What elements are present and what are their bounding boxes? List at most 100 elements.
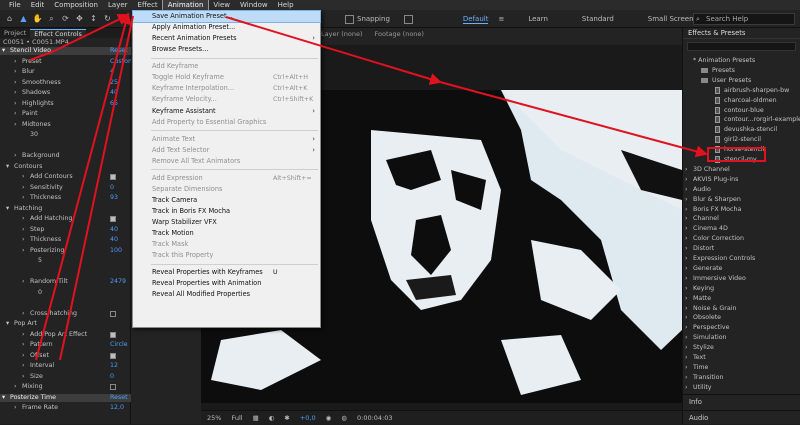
property-value[interactable]: 100 bbox=[110, 247, 122, 255]
disclosure-triangle-icon[interactable]: › bbox=[22, 184, 25, 192]
property-checkbox[interactable] bbox=[110, 310, 116, 317]
effect-category[interactable]: › Simulation bbox=[683, 333, 800, 342]
menu-animation[interactable]: Animation bbox=[161, 0, 210, 11]
disclosure-triangle-icon[interactable]: › bbox=[685, 264, 688, 273]
effect-property-row[interactable] bbox=[0, 299, 131, 307]
disclosure-triangle-icon[interactable]: › bbox=[685, 214, 688, 223]
reset-link[interactable]: Reset bbox=[110, 47, 128, 55]
workspace-standard[interactable]: Standard bbox=[582, 15, 614, 23]
effect-category[interactable]: › Utility bbox=[683, 383, 800, 392]
effect-property-row[interactable] bbox=[0, 142, 131, 150]
disclosure-triangle-icon[interactable]: › bbox=[685, 323, 688, 332]
effect-property-row[interactable]: › Add Contours bbox=[0, 173, 131, 181]
disclosure-triangle-icon[interactable]: › bbox=[685, 343, 688, 352]
menu-item-recent-animation-presets[interactable]: Recent Animation Presets › bbox=[133, 33, 320, 44]
disclosure-triangle-icon[interactable]: › bbox=[685, 333, 688, 342]
menu-item-keyframe-assistant[interactable]: Keyframe Assistant › bbox=[133, 106, 320, 117]
workspace-small-screen[interactable]: Small Screen bbox=[648, 15, 694, 23]
menu-item-save-animation-preset[interactable]: Save Animation Preset... bbox=[132, 9, 321, 24]
effect-header-row[interactable]: ▾ Posterize Time Reset bbox=[0, 393, 131, 402]
disclosure-triangle-icon[interactable]: › bbox=[685, 284, 688, 293]
property-checkbox[interactable] bbox=[110, 331, 116, 338]
menu-window[interactable]: Window bbox=[235, 0, 273, 10]
effect-category[interactable]: › Time bbox=[683, 363, 800, 372]
disclosure-triangle-icon[interactable]: › bbox=[14, 68, 17, 76]
effect-category[interactable]: › Blur & Sharpen bbox=[683, 195, 800, 204]
snap-options-icon[interactable] bbox=[403, 14, 413, 24]
disclosure-triangle-icon[interactable]: › bbox=[685, 274, 688, 283]
property-value[interactable]: 12,0 bbox=[110, 404, 124, 412]
property-checkbox[interactable] bbox=[110, 216, 116, 222]
disclosure-triangle-icon[interactable]: › bbox=[14, 100, 17, 108]
disclosure-triangle-icon[interactable]: › bbox=[685, 254, 688, 263]
effect-property-row[interactable]: ▾ Contours bbox=[0, 163, 131, 171]
selection-tool-icon[interactable]: ▲ bbox=[18, 13, 29, 24]
disclosure-triangle-icon[interactable]: › bbox=[22, 247, 25, 255]
tab-layer[interactable]: Layer (none) bbox=[321, 30, 362, 40]
disclosure-triangle-icon[interactable]: › bbox=[14, 110, 17, 118]
effect-property-row[interactable]: › Midtones bbox=[0, 121, 131, 129]
disclosure-triangle-icon[interactable]: › bbox=[22, 278, 25, 286]
disclosure-triangle-icon[interactable]: › bbox=[22, 194, 25, 202]
effect-property-row[interactable]: › Random Tilt 2479 bbox=[0, 278, 131, 286]
disclosure-triangle-icon[interactable]: › bbox=[22, 373, 25, 381]
disclosure-triangle-icon[interactable]: ▾ bbox=[2, 47, 5, 55]
preset-item[interactable]: devushka-stencil bbox=[683, 125, 800, 134]
property-value[interactable]: 4 bbox=[110, 68, 114, 76]
zoom-tool-icon[interactable]: ⌕ bbox=[46, 13, 57, 24]
menu-composition[interactable]: Composition bbox=[49, 0, 103, 10]
orbit-tool-icon[interactable]: ⟳ bbox=[60, 13, 71, 24]
preset-folder[interactable]: Presets bbox=[683, 66, 800, 75]
audio-panel-header[interactable]: Audio bbox=[683, 410, 800, 424]
disclosure-triangle-icon[interactable]: › bbox=[22, 173, 25, 181]
disclosure-triangle-icon[interactable]: › bbox=[685, 363, 688, 372]
property-checkbox[interactable] bbox=[110, 174, 116, 180]
effect-property-row[interactable]: › Mixing bbox=[0, 383, 131, 391]
exposure-value[interactable]: +0,0 bbox=[300, 414, 316, 422]
disclosure-triangle-icon[interactable]: › bbox=[22, 310, 25, 318]
menu-file[interactable]: File bbox=[4, 0, 26, 10]
effect-category[interactable]: › Channel bbox=[683, 214, 800, 223]
effects-search-input[interactable] bbox=[687, 42, 796, 51]
effect-category[interactable]: › Audio bbox=[683, 185, 800, 194]
effect-property-row[interactable]: › Smoothness 25 bbox=[0, 79, 131, 87]
disclosure-triangle-icon[interactable]: › bbox=[685, 224, 688, 233]
resolution-dropdown[interactable]: Full bbox=[231, 414, 242, 422]
effect-category[interactable]: › Expression Controls bbox=[683, 254, 800, 263]
preset-item[interactable]: charcoal-oldmen bbox=[683, 96, 800, 105]
effect-property-row[interactable]: › Thickness 93 bbox=[0, 194, 131, 202]
property-value[interactable]: 40 bbox=[110, 236, 118, 244]
effect-category[interactable]: › Transition bbox=[683, 373, 800, 382]
effect-category[interactable]: › Distort bbox=[683, 244, 800, 253]
effect-category[interactable]: › Boris FX Mocha bbox=[683, 205, 800, 214]
workspace-learn[interactable]: Learn bbox=[528, 15, 548, 23]
property-value[interactable]: 40 bbox=[110, 226, 118, 234]
menu-item-track-in-boris-fx-mocha[interactable]: Track in Boris FX Mocha bbox=[133, 206, 320, 217]
property-checkbox[interactable] bbox=[110, 352, 116, 359]
disclosure-triangle-icon[interactable]: › bbox=[14, 58, 17, 66]
effect-property-row[interactable]: › Blur 4 bbox=[0, 68, 131, 76]
effect-property-row[interactable]: › Sensitivity 0 bbox=[0, 184, 131, 192]
rotate-tool-icon[interactable]: ↻ bbox=[102, 13, 113, 24]
menu-layer[interactable]: Layer bbox=[103, 0, 133, 10]
effect-category[interactable]: › 3D Channel bbox=[683, 165, 800, 174]
disclosure-triangle-icon[interactable]: › bbox=[22, 362, 25, 370]
disclosure-triangle-icon[interactable]: › bbox=[14, 79, 17, 87]
menu-item-reveal-properties-with-keyframes[interactable]: Reveal Properties with Keyframes U bbox=[133, 267, 320, 278]
tab-footage[interactable]: Footage (none) bbox=[374, 30, 423, 40]
disclosure-triangle-icon[interactable]: › bbox=[685, 185, 688, 194]
timecode[interactable]: 0:00:04:03 bbox=[357, 414, 393, 422]
disclosure-triangle-icon[interactable]: › bbox=[22, 352, 25, 360]
reset-link[interactable]: Reset bbox=[110, 394, 128, 402]
show-snapshot-icon[interactable]: ◍ bbox=[341, 414, 347, 422]
workspace-menu-icon[interactable]: ≡ bbox=[498, 15, 504, 23]
menu-item-track-motion[interactable]: Track Motion bbox=[133, 228, 320, 239]
effect-category[interactable]: › Generate bbox=[683, 264, 800, 273]
menu-item-reveal-all-modified-properties[interactable]: Reveal All Modified Properties bbox=[133, 289, 320, 300]
effect-property-row[interactable]: › Offset bbox=[0, 352, 131, 360]
property-value[interactable]: 65 bbox=[110, 100, 118, 108]
menu-help[interactable]: Help bbox=[273, 0, 299, 10]
zoom-level-dropdown[interactable]: 25% bbox=[207, 414, 221, 422]
menu-item-track-camera[interactable]: Track Camera bbox=[133, 195, 320, 206]
effect-property-row[interactable]: › Pattern Circle bbox=[0, 341, 131, 349]
